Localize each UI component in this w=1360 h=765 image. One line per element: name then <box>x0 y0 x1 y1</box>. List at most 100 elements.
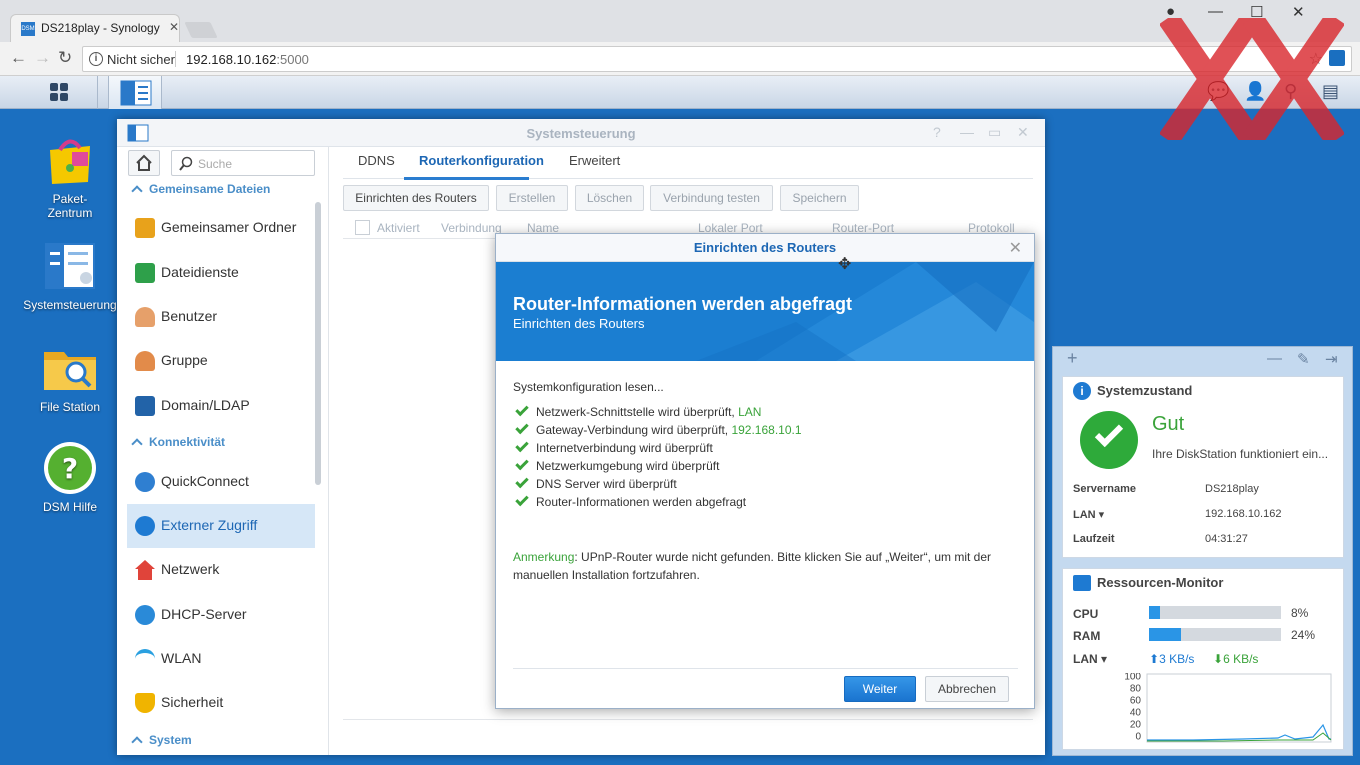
sidebar-item-wlan[interactable]: WLAN <box>127 637 315 681</box>
close-icon[interactable]: ✕ <box>1017 124 1029 141</box>
chart-y-tick: 60 <box>1130 696 1142 707</box>
tab-close-icon[interactable]: ✕ <box>169 20 179 34</box>
forward-icon[interactable]: → <box>34 48 51 68</box>
collapse-icon[interactable]: ⇥ <box>1325 350 1338 368</box>
upload-arrow-icon: ⬆ <box>1149 652 1160 666</box>
create-button[interactable]: Erstellen <box>496 185 568 211</box>
pin-icon[interactable]: ✎ <box>1297 350 1310 368</box>
sidebar-item-user[interactable]: Benutzer <box>127 295 315 339</box>
cancel-button[interactable]: Abbrechen <box>925 676 1009 702</box>
omnibox-divider <box>175 51 176 67</box>
control-panel-icon <box>120 80 152 106</box>
chart-y-tick: 80 <box>1130 684 1142 695</box>
sidebar-item-file-services[interactable]: Dateidienste <box>127 251 315 295</box>
sidebar-item-label: Benutzer <box>161 308 218 324</box>
health-ok-icon <box>1080 411 1138 469</box>
maximize-icon[interactable]: ▭ <box>988 124 1001 141</box>
check-item: DNS Server wird überprüft <box>513 474 1018 494</box>
select-all-checkbox[interactable] <box>355 220 370 235</box>
checkmark-icon <box>515 420 529 435</box>
sidebar-item-shared-folder[interactable]: Gemeinsamer Ordner <box>127 206 315 250</box>
file-station-icon <box>44 352 96 390</box>
group-icon <box>135 351 155 371</box>
info-value: DS218play <box>1205 483 1259 495</box>
download-rate: ⬇6 KB/s <box>1213 652 1258 666</box>
grid-icon <box>50 83 68 101</box>
desktop-icon-control-panel[interactable]: Systemsteuerung <box>20 238 120 312</box>
search-input[interactable]: Suche <box>171 150 315 176</box>
lan-dropdown[interactable]: LAN ▾ <box>1073 508 1104 521</box>
sidebar-item-dhcp-server[interactable]: DHCP-Server <box>127 593 315 637</box>
home-button[interactable] <box>128 150 160 176</box>
back-icon[interactable]: ← <box>10 48 27 68</box>
download-value: 6 KB/s <box>1223 652 1259 666</box>
info-icon[interactable]: i <box>89 52 103 66</box>
upload-rate: ⬆3 KB/s <box>1149 652 1194 666</box>
desktop-icon-label: DSM Hilfe <box>42 500 97 514</box>
tab-ddns[interactable]: DDNS <box>358 153 395 168</box>
desktop-icon-package-center[interactable]: Paket- Zentrum <box>20 132 120 220</box>
cpu-label: CPU <box>1073 607 1099 621</box>
main-menu-button[interactable] <box>20 76 98 109</box>
checkmark-icon <box>515 402 529 417</box>
sidebar-item-label: Dateidienste <box>161 264 239 280</box>
chevron-up-icon <box>131 185 143 197</box>
dialog-titlebar[interactable]: Einrichten des Routers ✕ <box>496 234 1034 262</box>
next-button[interactable]: Weiter <box>844 676 916 702</box>
sidebar-item-group[interactable]: Gruppe <box>127 339 315 383</box>
url-port: :5000 <box>276 52 309 67</box>
section-connectivity[interactable]: Konnektivität <box>131 435 225 450</box>
desktop-icon-help[interactable]: ? DSM Hilfe <box>20 440 120 514</box>
move-cursor-icon: ✥ <box>838 256 852 273</box>
sidebar-item-label: Gemeinsamer Ordner <box>161 219 297 235</box>
dsm-taskbar: 💬 👤 ⚲ ▤ <box>0 76 1360 109</box>
sidebar-scrollbar[interactable] <box>315 202 321 485</box>
tab-bar: DDNS Routerkonfiguration Erweitert <box>343 147 1033 179</box>
search-icon <box>179 156 193 171</box>
section-shared-files[interactable]: Gemeinsame Dateien <box>131 182 270 197</box>
check-item: Netzwerk-Schnittstelle wird überprüft, L… <box>513 402 1018 422</box>
delete-button[interactable]: Löschen <box>575 185 644 211</box>
network-home-icon <box>135 560 155 580</box>
sidebar-item-label: Netzwerk <box>161 561 220 577</box>
setup-router-button[interactable]: Einrichten des Routers <box>343 185 489 211</box>
taskbar-control-panel[interactable] <box>108 76 162 109</box>
section-system[interactable]: System <box>131 733 192 748</box>
minimize-icon[interactable]: — <box>1267 350 1282 367</box>
setup-router-dialog: Einrichten des Routers ✕ Router-Informat… <box>495 233 1035 709</box>
health-status: Gut <box>1152 413 1185 435</box>
save-button[interactable]: Speichern <box>780 185 859 211</box>
checkmark-icon <box>515 438 529 453</box>
url-text[interactable]: 192.168.10.162:5000 <box>186 52 309 67</box>
chart-y-tick: 20 <box>1130 720 1142 731</box>
desktop-icon-file-station[interactable]: File Station <box>20 340 120 414</box>
tab-router-config[interactable]: Routerkonfiguration <box>419 153 544 168</box>
reload-icon[interactable]: ↻ <box>58 48 72 68</box>
package-center-icon <box>50 139 90 184</box>
network-chart: 100806040200 <box>1124 673 1332 743</box>
help-icon[interactable]: ? <box>933 124 941 140</box>
sidebar-item-external-access[interactable]: Externer Zugriff <box>127 504 315 548</box>
sidebar-item-quickconnect[interactable]: QuickConnect <box>127 460 315 504</box>
quickconnect-icon <box>135 472 155 492</box>
browser-tab[interactable]: DSM DS218play - Synology DiskStation ✕ <box>10 14 180 42</box>
minimize-icon[interactable]: — <box>960 124 974 140</box>
tab-advanced[interactable]: Erweitert <box>569 153 620 168</box>
column-header[interactable]: Verbindung <box>441 221 502 235</box>
lan-dropdown[interactable]: LAN ▾ <box>1073 652 1107 666</box>
svg-text:?: ? <box>62 452 78 485</box>
test-connection-button[interactable]: Verbindung testen <box>650 185 773 211</box>
window-titlebar[interactable]: Systemsteuerung ? — ▭ ✕ <box>117 119 1045 147</box>
close-icon[interactable]: ✕ <box>1009 238 1022 258</box>
control-panel-icon <box>45 243 95 289</box>
new-tab-button[interactable] <box>184 22 218 38</box>
sidebar-item-security[interactable]: Sicherheit <box>127 681 315 725</box>
column-header[interactable]: Aktiviert <box>377 221 420 235</box>
status-lead: Systemkonfiguration lesen... <box>513 380 664 394</box>
dialog-note: Anmerkung: UPnP-Router wurde nicht gefun… <box>513 548 1018 584</box>
shield-icon <box>135 693 155 713</box>
sidebar-item-domain-ldap[interactable]: Domain/LDAP <box>127 384 315 428</box>
dialog-body: Systemkonfiguration lesen... Netzwerk-Sc… <box>513 380 1018 512</box>
sidebar-item-network[interactable]: Netzwerk <box>127 548 315 592</box>
add-widget-icon[interactable]: + <box>1067 348 1078 369</box>
